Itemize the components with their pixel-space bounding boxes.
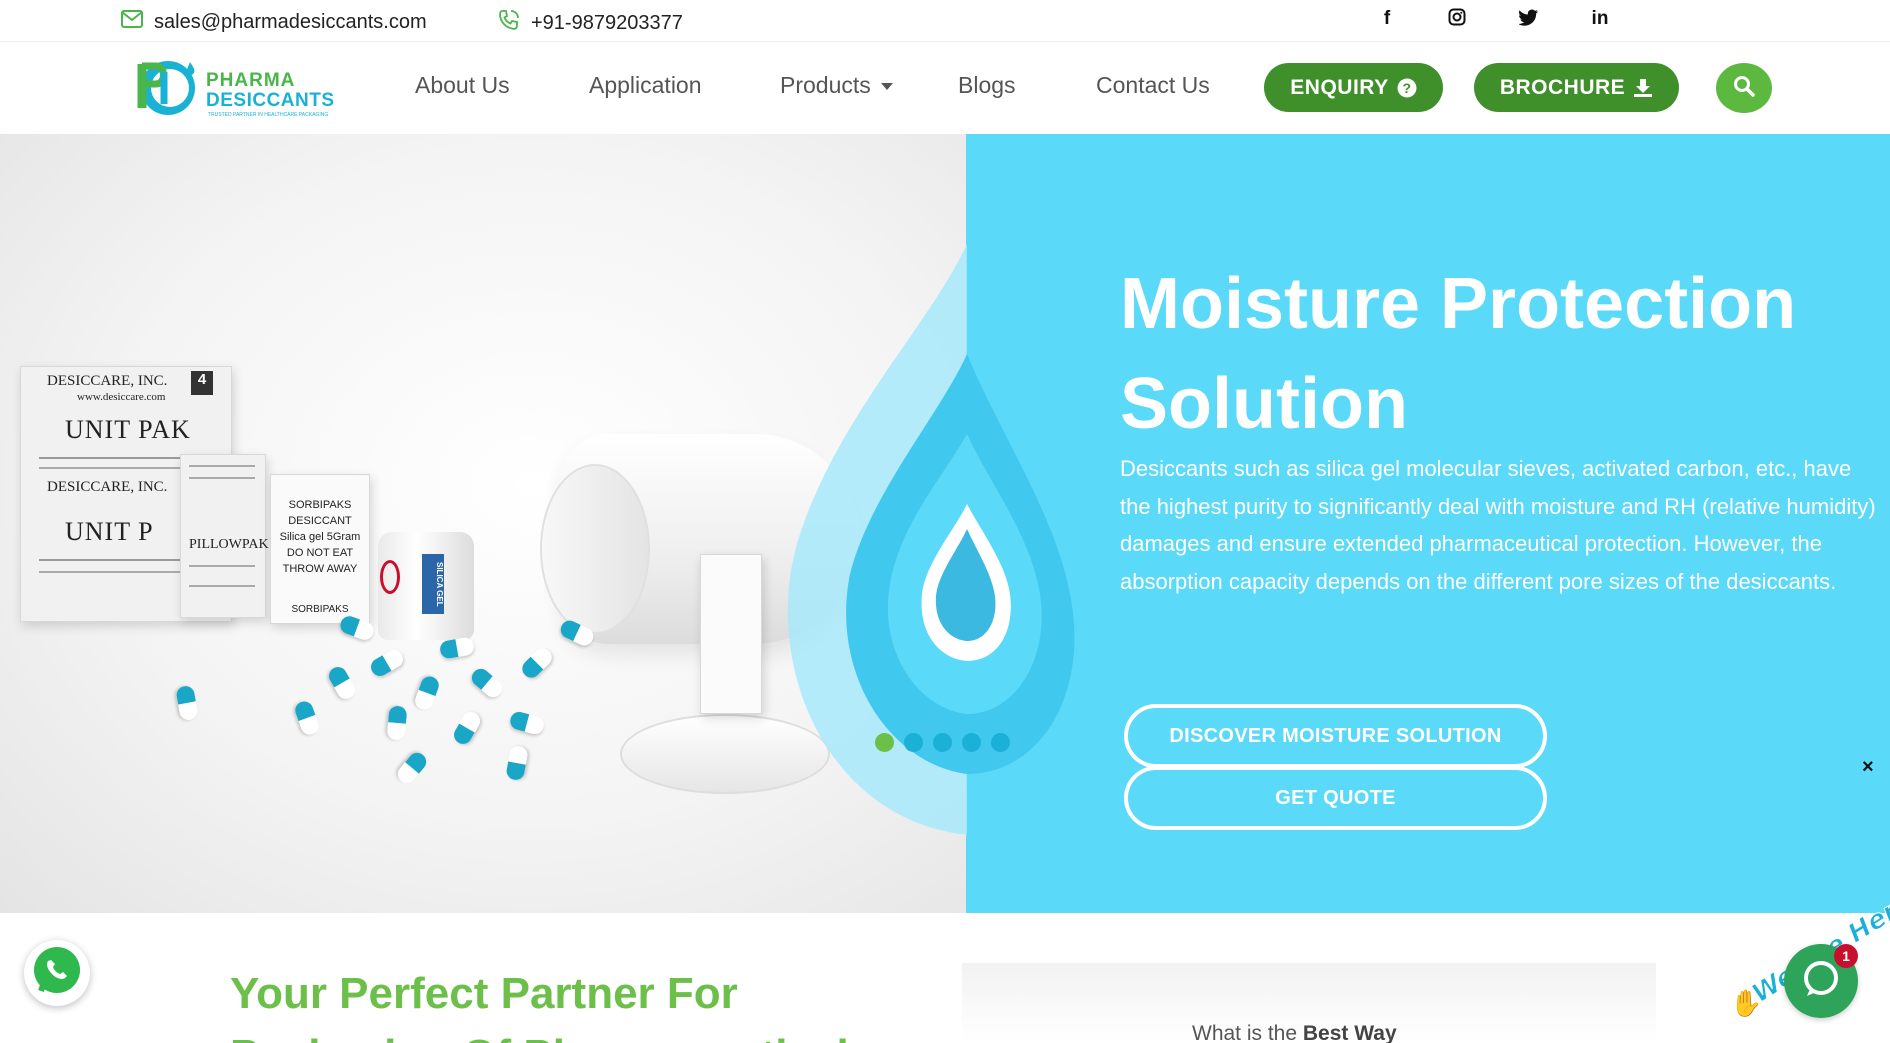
pillowpak-packet: PILLOWPAK [180,454,269,618]
capsule [508,710,546,736]
capsule [368,647,406,680]
nav-application[interactable]: Application [589,72,702,99]
capsule [394,749,430,787]
pack-count: 4 [191,371,213,395]
capsule [387,705,408,740]
section-title: Your Perfect Partner For Packaging Of Ph… [230,969,849,1043]
enquiry-label: ENQUIRY [1290,75,1389,99]
main-navbar: PHARMA DESICCANTS TRUSTED PARTNER IN HEA… [0,42,1890,134]
logo-text-pharma: PHARMA [206,70,296,91]
chat-unread-badge: 1 [1834,944,1858,968]
pack-brand: DESICCARE, INC. [47,373,168,389]
chat-widget[interactable]: We Are Here! ✋ 1 [1730,880,1890,1043]
slider-dot[interactable] [962,733,981,752]
logo-text-desiccants: DESICCANTS [206,90,335,111]
capsule [326,664,359,702]
phone-text: +91-9879203377 [531,11,683,34]
video-caption-bold: Best Way [1302,1022,1397,1043]
slider-dot[interactable] [933,733,952,752]
get-quote-button[interactable]: GET QUOTE [1124,766,1547,830]
search-icon [1733,75,1755,102]
enquiry-button[interactable]: ENQUIRY ? [1264,63,1443,112]
sachet-line: THROW AWAY [282,563,358,575]
whatsapp-icon [29,943,85,1004]
nav-products-label: Products [780,72,871,98]
twitter-icon[interactable] [1517,9,1541,32]
capsule [175,685,199,722]
small-pillowpak [700,554,762,714]
sachet-line: Silica gel 5Gram [279,531,361,543]
question-circle-icon: ? [1397,78,1417,98]
video-caption-prefix: What is the [1192,1022,1303,1043]
pack-site: www.desiccare.com [77,391,166,403]
waving-hand-icon: ✋ [1730,988,1763,1018]
sachet-line: DO NOT EAT [286,547,354,559]
capsule [451,709,484,747]
nav-about-us[interactable]: About Us [415,72,510,99]
whatsapp-button[interactable] [24,940,90,1006]
svg-text:?: ? [1402,80,1411,96]
discover-moisture-solution-button[interactable]: DISCOVER MOISTURE SOLUTION [1124,704,1547,768]
slider-dot[interactable] [875,733,894,752]
sachet-line: DESICCANT [288,515,352,527]
capsule [519,645,556,682]
phone-icon [497,8,531,38]
capsule [293,699,322,737]
capsule [413,674,442,712]
sorbipaks-sachet: SORBIPAKS DESICCANT Silica gel 5Gram DO … [270,474,370,624]
sachet-footer: SORBIPAKS [291,604,349,615]
capsule [468,665,506,701]
nav-blogs[interactable]: Blogs [958,72,1016,99]
download-icon [1633,78,1653,98]
top-contact-bar: sales@pharmadesiccants.com +91-987920337… [0,0,1890,42]
brochure-button[interactable]: BROCHURE [1474,63,1679,112]
nav-contact-us[interactable]: Contact Us [1096,72,1210,99]
pillowpak-label: PILLOWPAK [189,537,269,552]
pack-brand-2: DESICCARE, INC. [47,479,168,495]
email-text: sales@pharmadesiccants.com [154,10,427,33]
pack-title-2: UNIT P [65,517,154,546]
water-drop-icon [787,244,1075,835]
pharma-desiccants-logo[interactable]: PHARMA DESICCANTS TRUSTED PARTNER IN HEA… [134,56,334,120]
instagram-icon[interactable] [1445,8,1469,32]
bottle-neck [540,464,650,634]
silica-gel-jar: SILICA GEL [378,532,474,640]
logo-tagline: TRUSTED PARTNER IN HEALTHCARE PACKAGING [208,112,329,118]
search-button[interactable] [1716,63,1772,113]
brochure-label: BROCHURE [1499,75,1626,99]
hero-description: Desiccants such as silica gel molecular … [1120,456,1876,594]
chat-bubble-icon [1800,958,1842,1005]
phone-link[interactable]: +91-9879203377 [497,8,683,38]
hero-title: Moisture Protection Solution [1120,264,1797,444]
close-icon[interactable]: × [1862,756,1874,779]
facebook-icon[interactable]: f [1375,8,1399,30]
capsule [505,745,529,782]
slider-dot[interactable] [904,733,923,752]
video-caption: What is the Best Way [1192,1022,1397,1043]
logo-mark-icon [137,61,195,115]
linkedin-icon[interactable]: in [1588,8,1612,30]
chevron-down-icon [880,83,893,91]
jar-label: SILICA GEL [422,554,444,614]
slider-dot[interactable] [991,733,1010,752]
nav-products[interactable]: Products [780,72,893,99]
hero-slider: DESICCARE, INC. www.desiccare.com 4 UNIT… [0,134,1890,913]
sachet-line: SORBIPAKS [288,499,352,511]
pack-title: UNIT PAK [65,415,191,444]
email-link[interactable]: sales@pharmadesiccants.com [120,8,427,36]
mail-icon [120,8,154,36]
capsule [338,614,376,643]
